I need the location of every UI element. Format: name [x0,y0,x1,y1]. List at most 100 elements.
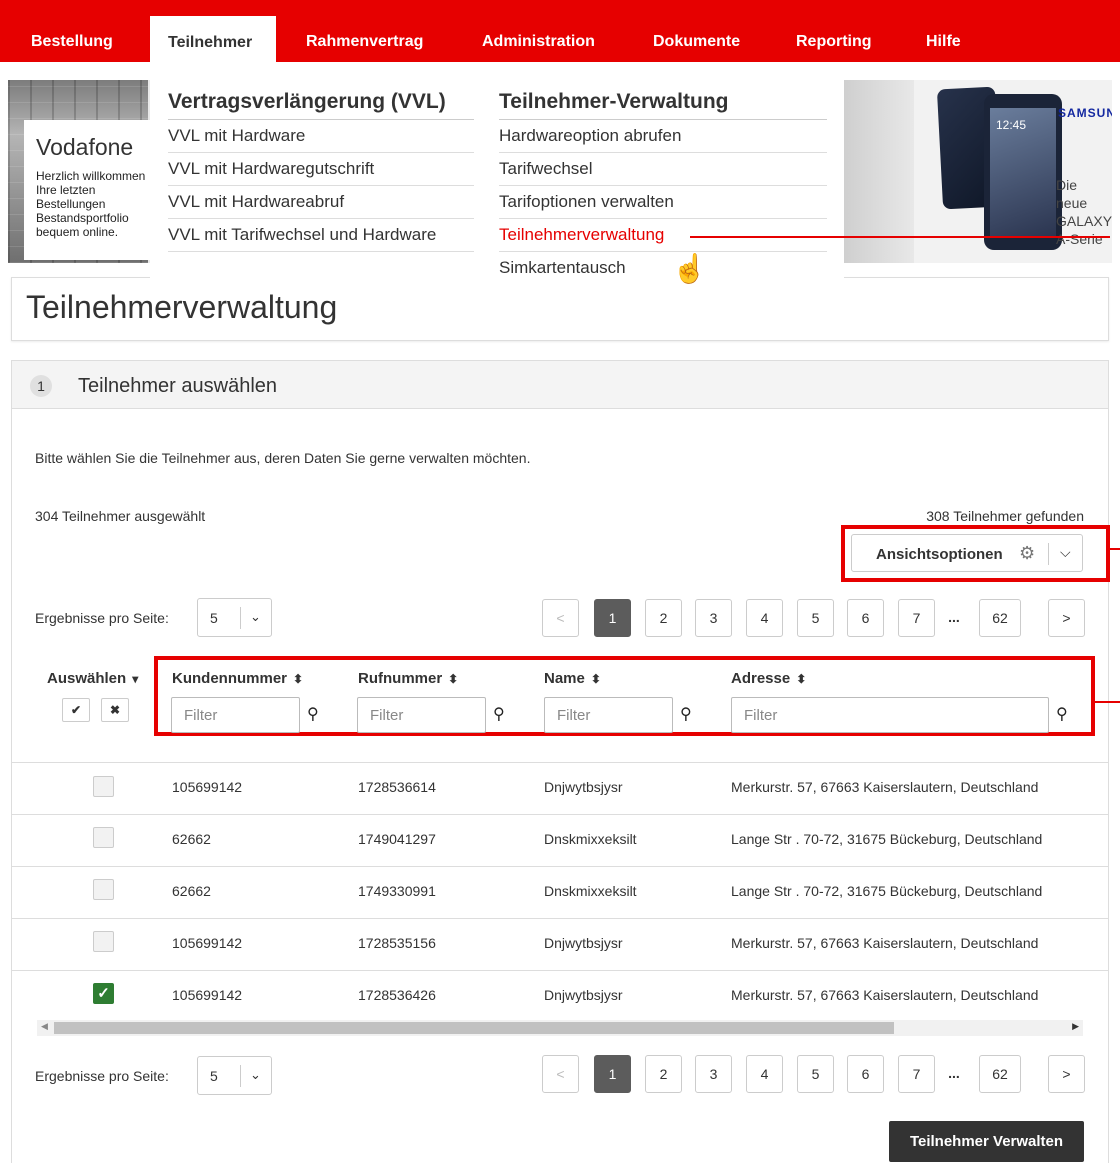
per-page-value: 5 [210,610,218,626]
cell-rufnummer: 1728536614 [358,779,436,795]
cell-kundennummer: 62662 [172,883,211,899]
page-3-bottom[interactable]: 3 [695,1055,732,1093]
pagination-prev[interactable]: < [542,599,579,637]
scrollbar-thumb[interactable] [54,1022,894,1034]
view-options-button[interactable]: Ansichtsoptionen ⚙ ⌵ [851,534,1083,572]
nav-reporting[interactable]: Reporting [796,12,872,62]
samsung-logo: SAMSUNG [1058,106,1112,120]
column-label: Name [544,670,585,687]
page-title: Teilnehmerverwaltung [26,289,338,325]
page-2[interactable]: 2 [645,599,682,637]
filter-input-kundennummer[interactable] [184,707,284,724]
column-label: Kundennummer [172,670,288,687]
nav-administration[interactable]: Administration [482,12,595,62]
per-page-value: 5 [210,1068,218,1084]
menu-item-vvl-hardware[interactable]: VVL mit Hardware [168,120,474,153]
cell-name: Dnjwytbsjysr [544,987,623,1003]
row-divider [12,762,1108,763]
phone-screen: 12:45 [990,108,1056,236]
callout-line-filters [1095,701,1120,703]
page-3[interactable]: 3 [695,599,732,637]
horizontal-scrollbar[interactable]: ◀ ▶ [37,1020,1083,1036]
page-4-bottom[interactable]: 4 [746,1055,783,1093]
pagination-next[interactable]: > [1048,599,1085,637]
per-page-select[interactable]: 5 ⌄ [197,598,272,637]
page-1-bottom[interactable]: 1 [594,1055,631,1093]
sort-icon: ⬍ [590,672,601,686]
filter-name[interactable] [544,697,673,733]
filter-rufnummer[interactable] [357,697,486,733]
nav-teilnehmer[interactable]: Teilnehmer [150,12,276,70]
page-5[interactable]: 5 [797,599,834,637]
pagination-prev-bottom[interactable]: < [542,1055,579,1093]
row-checkbox-checked[interactable]: ✓ [93,983,114,1004]
step-header[interactable]: 1 Teilnehmer auswählen [12,361,1108,409]
page-1[interactable]: 1 [594,599,631,637]
page-4[interactable]: 4 [746,599,783,637]
filter-adresse[interactable] [731,697,1049,733]
page-last[interactable]: 62 [979,599,1021,637]
row-checkbox[interactable] [93,827,114,848]
column-kundennummer[interactable]: Kundennummer ⬍ [172,670,303,687]
search-icon[interactable]: ⚲ [680,704,692,724]
menu-item-tarifoptionen[interactable]: Tarifoptionen verwalten [499,186,827,219]
menu-item-vvl-hardwareabruf[interactable]: VVL mit Hardwareabruf [168,186,474,219]
pagination-next-bottom[interactable]: > [1048,1055,1085,1093]
cell-rufnummer: 1728536426 [358,987,436,1003]
cell-adresse: Lange Str . 70-72, 31675 Bückeburg, Deut… [731,831,1043,847]
page-5-bottom[interactable]: 5 [797,1055,834,1093]
column-name[interactable]: Name ⬍ [544,670,601,687]
caret-down-icon: ▾ [132,672,139,686]
filter-input-rufnummer[interactable] [370,707,470,724]
column-rufnummer[interactable]: Rufnummer ⬍ [358,670,458,687]
page-2-bottom[interactable]: 2 [645,1055,682,1093]
chevron-down-icon: ⌄ [250,1067,261,1082]
row-checkbox[interactable] [93,776,114,797]
search-icon[interactable]: ⚲ [493,704,505,724]
menu-item-vvl-hardwaregutschrift[interactable]: VVL mit Hardwaregutschrift [168,153,474,186]
sort-icon: ⬍ [293,672,304,686]
cell-kundennummer: 105699142 [172,779,243,795]
nav-dokumente[interactable]: Dokumente [653,12,740,62]
scroll-left-arrow-icon[interactable]: ◀ [41,1021,48,1032]
menu-item-tarifwechsel[interactable]: Tarifwechsel [499,153,827,186]
page-6-bottom[interactable]: 6 [847,1055,884,1093]
cell-rufnummer: 1749041297 [358,831,436,847]
cell-kundennummer: 62662 [172,831,211,847]
search-icon[interactable]: ⚲ [307,704,319,724]
page-7[interactable]: 7 [898,599,935,637]
page-7-bottom[interactable]: 7 [898,1055,935,1093]
row-checkbox[interactable] [93,931,114,952]
filter-input-name[interactable] [557,707,657,724]
deselect-all-button[interactable]: ✖ [101,698,129,722]
filter-input-adresse[interactable] [744,707,844,724]
column-label: Adresse [731,670,791,687]
page-last-bottom[interactable]: 62 [979,1055,1021,1093]
sort-icon: ⬍ [448,672,459,686]
row-divider [12,866,1108,867]
search-icon[interactable]: ⚲ [1056,704,1068,724]
cell-kundennummer: 105699142 [172,935,243,951]
column-label: Rufnummer [358,670,443,687]
row-checkbox[interactable] [93,879,114,900]
scroll-right-arrow-icon[interactable]: ▶ [1072,1021,1079,1032]
per-page-select-bottom[interactable]: 5 ⌄ [197,1056,272,1095]
select-header-label: Auswählen [47,670,127,687]
teilnehmer-verwalten-button[interactable]: Teilnehmer Verwalten [889,1121,1084,1162]
nav-hilfe[interactable]: Hilfe [926,12,961,62]
menu-column-vvl: Vertragsverlängerung (VVL) VVL mit Hardw… [168,90,474,252]
page-6[interactable]: 6 [847,599,884,637]
nav-bestellung[interactable]: Bestellung [31,12,113,62]
nav-rahmenvertrag[interactable]: Rahmenvertrag [306,12,423,62]
select-column-header[interactable]: Auswählen ▾ [47,670,138,687]
gear-icon: ⚙ [1019,543,1036,563]
menu-item-hardwareoption[interactable]: Hardwareoption abrufen [499,120,827,153]
column-adresse[interactable]: Adresse ⬍ [731,670,806,687]
menu-item-vvl-tarifwechsel-hardware[interactable]: VVL mit Tarifwechsel und Hardware [168,219,474,252]
select-all-button[interactable]: ✔ [62,698,90,722]
menu-item-simkartentausch[interactable]: Simkartentausch [499,252,827,285]
menu-column-teilnehmer-verwaltung: Teilnehmer-Verwaltung Hardwareoption abr… [499,90,827,285]
chevron-down-icon[interactable]: ⌵ [1060,544,1071,561]
filter-kundennummer[interactable] [171,697,300,733]
per-page-label: Ergebnisse pro Seite: [35,610,169,626]
